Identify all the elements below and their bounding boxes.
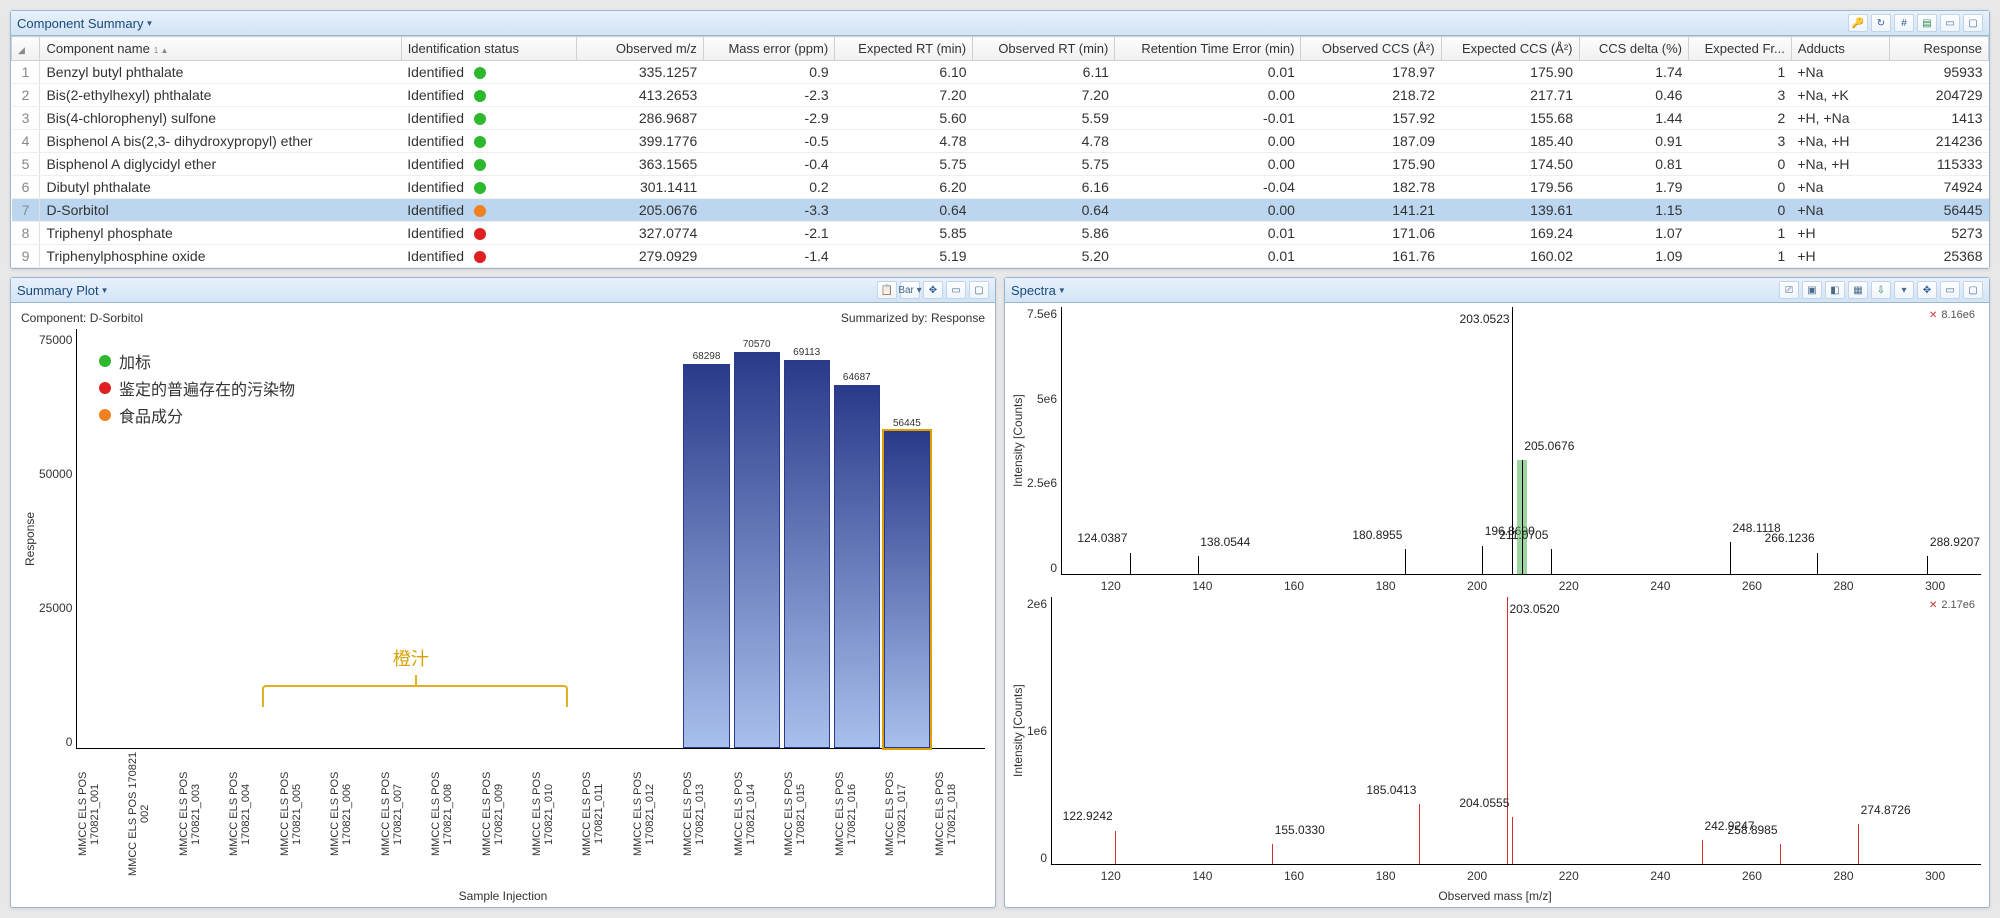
- options-dropdown-icon[interactable]: ▾: [1894, 281, 1914, 299]
- y-axis-label: Response: [21, 329, 39, 749]
- minimize-icon[interactable]: ▭: [946, 281, 966, 299]
- annotation-brace: [262, 685, 569, 707]
- corner-value: ✕2.17e6: [1929, 599, 1975, 611]
- column-header[interactable]: CCS delta (%): [1579, 37, 1688, 61]
- column-header[interactable]: Expected Fr...: [1688, 37, 1791, 61]
- table-row[interactable]: 7D-SorbitolIdentified 205.0676-3.30.640.…: [12, 199, 1989, 222]
- spectrum-bottom[interactable]: Intensity [Counts] 2e61e60 ✕2.17e6 122.9…: [1009, 597, 1981, 865]
- move-icon[interactable]: ✥: [1917, 281, 1937, 299]
- export-icon[interactable]: ⇩: [1871, 281, 1891, 299]
- column-header[interactable]: Expected CCS (Å²): [1441, 37, 1579, 61]
- summary-plot-panel: Summary Plot ▼ 📋 Bar ▾ ✥ ▭ ▢ Component: …: [10, 277, 996, 908]
- column-header[interactable]: Mass error (ppm): [703, 37, 834, 61]
- status-dot-icon: [474, 67, 486, 79]
- copy-icon[interactable]: 📋: [877, 281, 897, 299]
- key-icon[interactable]: 🔑: [1848, 14, 1868, 32]
- legend-dot-icon: [99, 382, 111, 394]
- column-header[interactable]: Identification status: [401, 37, 576, 61]
- maximize-icon[interactable]: ▢: [1963, 14, 1983, 32]
- status-dot-icon: [474, 251, 486, 263]
- spectrum-tool-1-icon[interactable]: ⎚: [1779, 281, 1799, 299]
- close-icon[interactable]: ✕: [1929, 310, 1937, 321]
- component-summary-header: Component Summary ▼ 🔑 ↻ # ▤ ▭ ▢: [11, 11, 1989, 36]
- component-summary-title[interactable]: Component Summary: [17, 16, 143, 31]
- component-table[interactable]: ◢Component name1 ▲Identification statusO…: [11, 36, 1989, 268]
- column-header[interactable]: Observed CCS (Å²): [1301, 37, 1441, 61]
- component-label: Component: D-Sorbitol: [21, 311, 143, 325]
- spectrum-tool-3-icon[interactable]: ◧: [1825, 281, 1845, 299]
- y-axis-label: Intensity [Counts]: [1009, 307, 1027, 575]
- y-axis-label: Intensity [Counts]: [1009, 597, 1027, 865]
- status-dot-icon: [474, 90, 486, 102]
- status-dot-icon: [474, 159, 486, 171]
- column-header[interactable]: ◢: [12, 37, 40, 61]
- column-header[interactable]: Observed RT (min): [973, 37, 1115, 61]
- table-row[interactable]: 2Bis(2-ethylhexyl) phthalateIdentified 4…: [12, 84, 1989, 107]
- legend-dot-icon: [99, 409, 111, 421]
- spectra-panel: Spectra ▼ ⎚ ▣ ◧ ▦ ⇩ ▾ ✥ ▭ ▢ Intensity [C…: [1004, 277, 1990, 908]
- column-header[interactable]: Component name1 ▲: [40, 37, 401, 61]
- chart-type-dropdown[interactable]: Bar ▾: [900, 281, 920, 299]
- summary-plot-title[interactable]: Summary Plot: [17, 283, 99, 298]
- minimize-icon[interactable]: ▭: [1940, 14, 1960, 32]
- column-header[interactable]: Observed m/z: [576, 37, 703, 61]
- table-row[interactable]: 5Bisphenol A diglycidyl etherIdentified …: [12, 153, 1989, 176]
- x-axis-label: Observed mass [m/z]: [1009, 887, 1981, 905]
- x-axis-label: Sample Injection: [21, 885, 985, 903]
- spectrum-tool-2-icon[interactable]: ▣: [1802, 281, 1822, 299]
- table-row[interactable]: 3Bis(4-chlorophenyl) sulfoneIdentified 2…: [12, 107, 1989, 130]
- dropdown-icon[interactable]: ▼: [1058, 286, 1066, 295]
- maximize-icon[interactable]: ▢: [1963, 281, 1983, 299]
- status-dot-icon: [474, 113, 486, 125]
- plot-legend: 加标鉴定的普遍存在的污染物食品成分: [99, 349, 295, 430]
- corner-value: ✕8.16e6: [1929, 309, 1975, 321]
- grid-icon[interactable]: ▤: [1917, 14, 1937, 32]
- refresh-icon[interactable]: ↻: [1871, 14, 1891, 32]
- dropdown-icon[interactable]: ▼: [145, 19, 153, 28]
- legend-dot-icon: [99, 355, 111, 367]
- summarized-by-label: Summarized by: Response: [841, 311, 985, 325]
- table-row[interactable]: 8Triphenyl phosphateIdentified 327.0774-…: [12, 222, 1989, 245]
- orange-juice-annotation: 橙汁: [393, 645, 429, 671]
- move-icon[interactable]: ✥: [923, 281, 943, 299]
- minimize-icon[interactable]: ▭: [1940, 281, 1960, 299]
- spectrum-top[interactable]: Intensity [Counts] 7.5e65e62.5e60 ✕8.16e…: [1009, 307, 1981, 575]
- table-row[interactable]: 9Triphenylphosphine oxideIdentified 279.…: [12, 245, 1989, 268]
- component-summary-panel: Component Summary ▼ 🔑 ↻ # ▤ ▭ ▢ ◢Compone…: [10, 10, 1990, 269]
- status-dot-icon: [474, 136, 486, 148]
- spectra-header: Spectra ▼ ⎚ ▣ ◧ ▦ ⇩ ▾ ✥ ▭ ▢: [1005, 278, 1989, 303]
- dropdown-icon[interactable]: ▼: [101, 286, 109, 295]
- maximize-icon[interactable]: ▢: [969, 281, 989, 299]
- column-header[interactable]: Expected RT (min): [835, 37, 973, 61]
- summary-plot-header: Summary Plot ▼ 📋 Bar ▾ ✥ ▭ ▢: [11, 278, 995, 303]
- table-row[interactable]: 6Dibutyl phthalateIdentified 301.14110.2…: [12, 176, 1989, 199]
- hash-icon[interactable]: #: [1894, 14, 1914, 32]
- spectra-title[interactable]: Spectra: [1011, 283, 1056, 298]
- status-dot-icon: [474, 182, 486, 194]
- table-row[interactable]: 4Bisphenol A bis(2,3- dihydroxypropyl) e…: [12, 130, 1989, 153]
- column-header[interactable]: Adducts: [1791, 37, 1890, 61]
- component-summary-tools: 🔑 ↻ # ▤ ▭ ▢: [1848, 14, 1983, 32]
- close-icon[interactable]: ✕: [1929, 600, 1937, 611]
- column-header[interactable]: Retention Time Error (min): [1115, 37, 1301, 61]
- table-row[interactable]: 1Benzyl butyl phthalateIdentified 335.12…: [12, 61, 1989, 84]
- status-dot-icon: [474, 228, 486, 240]
- spectrum-tool-4-icon[interactable]: ▦: [1848, 281, 1868, 299]
- status-dot-icon: [474, 205, 486, 217]
- column-header[interactable]: Response: [1890, 37, 1989, 61]
